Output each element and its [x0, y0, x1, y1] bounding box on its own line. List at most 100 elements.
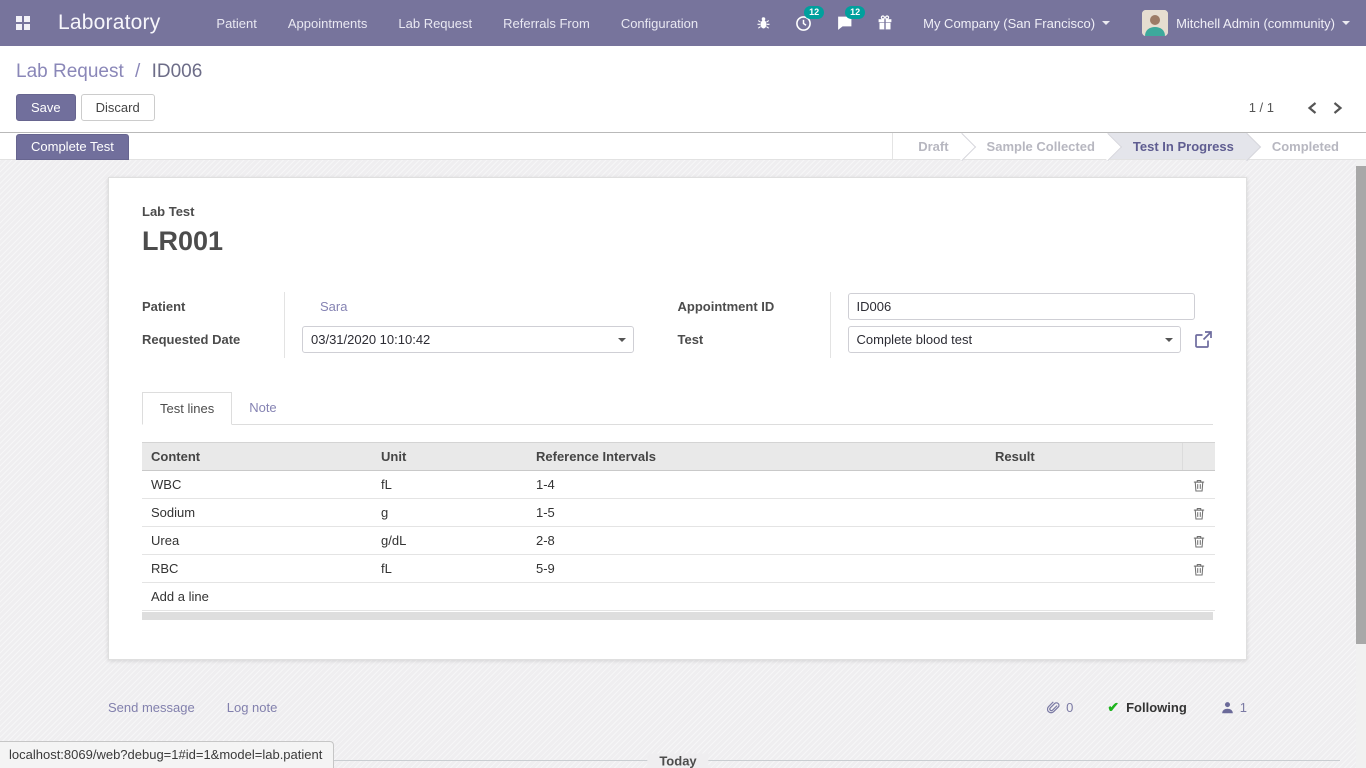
cell-reference[interactable]: 2-8: [527, 527, 986, 555]
pager-next-icon[interactable]: [1325, 101, 1350, 115]
cell-content[interactable]: Urea: [142, 527, 372, 555]
follower-count: 1: [1240, 700, 1247, 715]
breadcrumb: Lab Request / ID006: [16, 57, 1350, 87]
pager: 1 / 1: [1249, 100, 1350, 115]
appointment-id-label: Appointment ID: [678, 299, 848, 314]
activities-button[interactable]: 12: [795, 15, 812, 32]
messages-button[interactable]: 12: [836, 15, 853, 31]
top-menu: Patient Appointments Lab Request Referra…: [216, 16, 698, 31]
table-header-row: Content Unit Reference Intervals Result: [142, 443, 1215, 471]
debug-bug-icon[interactable]: [756, 15, 771, 31]
column-result[interactable]: Result: [986, 443, 1182, 471]
patient-link[interactable]: Sara: [320, 299, 347, 314]
today-label: Today: [647, 754, 708, 768]
sheet-label: Lab Test: [142, 204, 1213, 219]
tab-test-lines[interactable]: Test lines: [142, 392, 232, 425]
table-row[interactable]: WBC fL 1-4: [142, 471, 1215, 499]
menu-referrals-from[interactable]: Referrals From: [503, 16, 590, 31]
status-steps: Draft Sample Collected Test In Progress …: [892, 133, 1352, 159]
company-name: My Company (San Francisco): [923, 16, 1095, 31]
form-sheet: Lab Test LR001 Patient Sara Requested Da…: [108, 177, 1247, 660]
cell-unit[interactable]: g/dL: [372, 527, 527, 555]
followers-button[interactable]: 1: [1221, 700, 1247, 715]
navbar-systray: 12 12 My Company (San Francisco) Mitchel…: [732, 10, 1350, 36]
cell-unit[interactable]: fL: [372, 471, 527, 499]
send-message-button[interactable]: Send message: [108, 700, 195, 715]
delete-row-icon[interactable]: [1182, 471, 1215, 499]
cell-content[interactable]: WBC: [142, 471, 372, 499]
cell-reference[interactable]: 1-5: [527, 499, 986, 527]
vertical-scrollbar[interactable]: [1356, 160, 1366, 768]
following-button[interactable]: ✔ Following: [1107, 699, 1186, 716]
test-select[interactable]: [848, 326, 1182, 353]
paperclip-icon: [1046, 700, 1061, 715]
apps-menu-icon[interactable]: [16, 16, 31, 31]
avatar: [1142, 10, 1168, 36]
requested-date-input[interactable]: [302, 326, 634, 353]
browser-status-url: localhost:8069/web?debug=1#id=1&model=la…: [0, 741, 334, 768]
column-content[interactable]: Content: [142, 443, 372, 471]
breadcrumb-separator: /: [135, 61, 140, 82]
pager-value: 1 / 1: [1249, 100, 1274, 115]
attachments-button[interactable]: 0: [1046, 700, 1073, 715]
table-row[interactable]: RBC fL 5-9: [142, 555, 1215, 583]
user-menu[interactable]: Mitchell Admin (community): [1142, 10, 1350, 36]
delete-row-icon[interactable]: [1182, 555, 1215, 583]
complete-test-button[interactable]: Complete Test: [16, 134, 129, 160]
step-sample-collected[interactable]: Sample Collected: [962, 133, 1108, 159]
breadcrumb-current: ID006: [152, 61, 203, 82]
activity-count-badge: 12: [804, 6, 824, 19]
menu-configuration[interactable]: Configuration: [621, 16, 698, 31]
scrollbar-thumb[interactable]: [1356, 166, 1366, 644]
menu-lab-request[interactable]: Lab Request: [398, 16, 472, 31]
cell-result[interactable]: [986, 471, 1182, 499]
check-icon: ✔: [1107, 699, 1119, 716]
pager-previous-icon[interactable]: [1300, 101, 1325, 115]
log-note-button[interactable]: Log note: [227, 700, 278, 715]
person-icon: [1221, 701, 1234, 714]
app-brand[interactable]: Laboratory: [58, 11, 160, 35]
appointment-id-input[interactable]: [848, 293, 1195, 320]
table-row[interactable]: Sodium g 1-5: [142, 499, 1215, 527]
table-horizontal-scrollbar[interactable]: [142, 612, 1213, 620]
column-unit[interactable]: Unit: [372, 443, 527, 471]
attachment-count: 0: [1066, 700, 1073, 715]
step-completed[interactable]: Completed: [1247, 133, 1352, 159]
add-a-line-link[interactable]: Add a line: [142, 583, 1215, 611]
menu-appointments[interactable]: Appointments: [288, 16, 368, 31]
user-name: Mitchell Admin (community): [1176, 16, 1335, 31]
patient-label: Patient: [142, 299, 302, 314]
control-panel: Lab Request / ID006 Save Discard 1 / 1: [0, 46, 1366, 133]
test-lines-table: Content Unit Reference Intervals Result …: [142, 442, 1215, 611]
cell-result[interactable]: [986, 527, 1182, 555]
company-switcher[interactable]: My Company (San Francisco): [923, 16, 1110, 31]
tab-note[interactable]: Note: [232, 392, 293, 424]
cell-unit[interactable]: g: [372, 499, 527, 527]
test-label: Test: [678, 332, 848, 347]
cell-content[interactable]: RBC: [142, 555, 372, 583]
delete-row-icon[interactable]: [1182, 499, 1215, 527]
external-link-icon[interactable]: [1194, 330, 1213, 349]
step-draft[interactable]: Draft: [893, 133, 961, 159]
cell-unit[interactable]: fL: [372, 555, 527, 583]
top-navbar: Laboratory Patient Appointments Lab Requ…: [0, 0, 1366, 46]
test-select-wrap: [848, 326, 1182, 353]
table-row[interactable]: Urea g/dL 2-8: [142, 527, 1215, 555]
column-reference-intervals[interactable]: Reference Intervals: [527, 443, 986, 471]
cell-reference[interactable]: 5-9: [527, 555, 986, 583]
save-button[interactable]: Save: [16, 94, 76, 121]
menu-patient[interactable]: Patient: [216, 16, 256, 31]
form-statusbar: Complete Test Draft Sample Collected Tes…: [0, 133, 1366, 160]
record-title: LR001: [142, 226, 1213, 257]
notebook-tabs: Test lines Note: [142, 392, 1213, 425]
delete-row-icon[interactable]: [1182, 527, 1215, 555]
following-label: Following: [1126, 700, 1187, 715]
cell-reference[interactable]: 1-4: [527, 471, 986, 499]
step-test-in-progress[interactable]: Test In Progress: [1108, 133, 1247, 159]
discard-button[interactable]: Discard: [81, 94, 155, 121]
cell-result[interactable]: [986, 555, 1182, 583]
gift-icon[interactable]: [877, 15, 893, 31]
cell-content[interactable]: Sodium: [142, 499, 372, 527]
breadcrumb-lab-request[interactable]: Lab Request: [16, 61, 124, 82]
cell-result[interactable]: [986, 499, 1182, 527]
